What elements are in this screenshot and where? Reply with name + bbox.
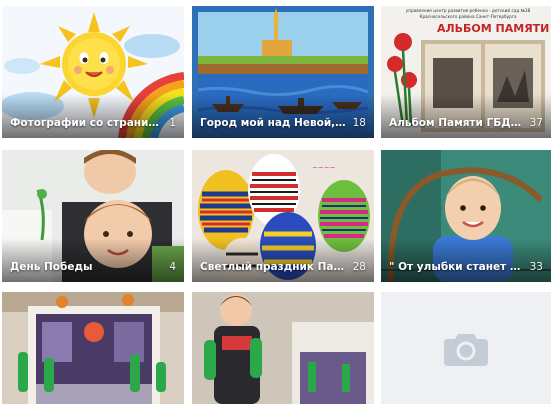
caption-shade (381, 238, 551, 282)
caption-shade (192, 94, 374, 138)
memory-heading: АЛЬБОМ ПАМЯТИ (437, 22, 550, 35)
album-tile-8[interactable] (192, 292, 374, 404)
camera-icon (444, 334, 488, 366)
album-caption: Светлый праздник Пасхи!Вербн... 28 (200, 261, 366, 274)
album-cover-boy-with-craft (192, 292, 374, 404)
album-cover-craft-display (2, 292, 184, 404)
album-title: " От улыбки станет всем светлей" (389, 261, 524, 273)
album-tile-1[interactable]: Фотографии со страницы сообщ... 1 (2, 6, 184, 138)
svg-text:~~~~: ~~~~ (312, 164, 336, 172)
album-grid: Фотографии со страницы сообщ... 1 (0, 0, 551, 404)
caption-shade (2, 238, 184, 282)
album-tile-6[interactable]: " От улыбки станет всем светлей" 33 (381, 150, 551, 282)
album-caption: Альбом Памяти ГБДОУ ЦРР - де... 37 (389, 117, 543, 130)
album-caption: Город мой над Невой, в мире т... 18 (200, 117, 366, 130)
album-placeholder-tile[interactable] (381, 292, 551, 404)
album-photo-count: 18 (352, 117, 366, 129)
album-title: Альбом Памяти ГБДОУ ЦРР - де... (389, 117, 524, 129)
album-photo-count: 33 (529, 261, 543, 273)
album-title: Город мой над Невой, в мире т... (200, 117, 347, 129)
album-tile-7[interactable] (2, 292, 184, 404)
album-photo-count: 4 (169, 261, 176, 273)
album-photo-count: 1 (169, 117, 176, 129)
album-caption: " От улыбки станет всем светлей" 33 (389, 261, 543, 274)
album-tile-3[interactable]: управление центр развития ребенка - детс… (381, 6, 551, 138)
album-tile-4[interactable]: День Победы 4 (2, 150, 184, 282)
caption-shade (2, 94, 184, 138)
album-title: Фотографии со страницы сообщ... (10, 117, 164, 129)
album-title: День Победы (10, 261, 93, 273)
album-tile-2[interactable]: Город мой над Невой, в мире т... 18 (192, 6, 374, 138)
album-photo-count: 37 (529, 117, 543, 129)
album-title: Светлый праздник Пасхи!Вербн... (200, 261, 347, 273)
album-tile-5[interactable]: ~~~~ Светлый праздник Пасхи!Вербн... 28 (192, 150, 374, 282)
album-photo-count: 28 (352, 261, 366, 273)
caption-shade (381, 94, 551, 138)
album-caption: День Победы 4 (10, 261, 176, 274)
memory-header-line-2: Красносельского района Санкт-Петербурга (419, 14, 517, 19)
caption-shade (192, 238, 374, 282)
memory-header-line-1: управление центр развития ребенка - детс… (405, 8, 531, 13)
album-caption: Фотографии со страницы сообщ... 1 (10, 117, 176, 130)
